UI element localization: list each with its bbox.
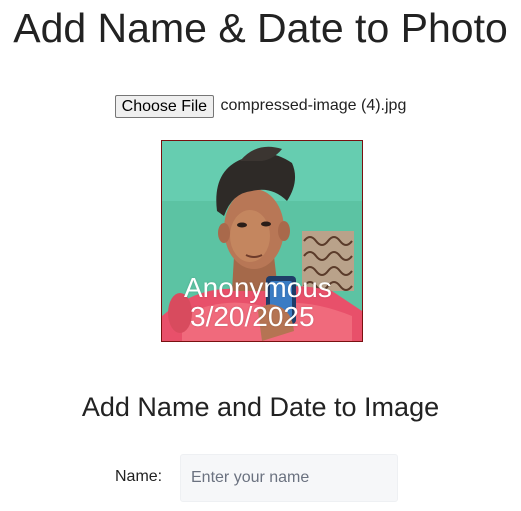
choose-file-button[interactable]: Choose File <box>114 94 215 118</box>
name-field-row: Name: <box>0 454 521 502</box>
overlay-name-text: Anonymous <box>184 272 332 303</box>
name-label: Name: <box>115 468 163 485</box>
selected-file-name: compressed-image (4).jpg <box>220 97 407 114</box>
name-input[interactable] <box>180 454 398 502</box>
page-title: Add Name & Date to Photo <box>13 5 508 51</box>
form-section-title: Add Name and Date to Image <box>81 392 440 422</box>
page: Add Name & Date to Photo Choose File com… <box>0 0 521 511</box>
file-picker: Choose File compressed-image (4).jpg <box>0 94 521 118</box>
overlay-date-text: 3/20/2025 <box>190 301 315 332</box>
photo-preview: Anonymous 3/20/2025 <box>161 140 363 342</box>
